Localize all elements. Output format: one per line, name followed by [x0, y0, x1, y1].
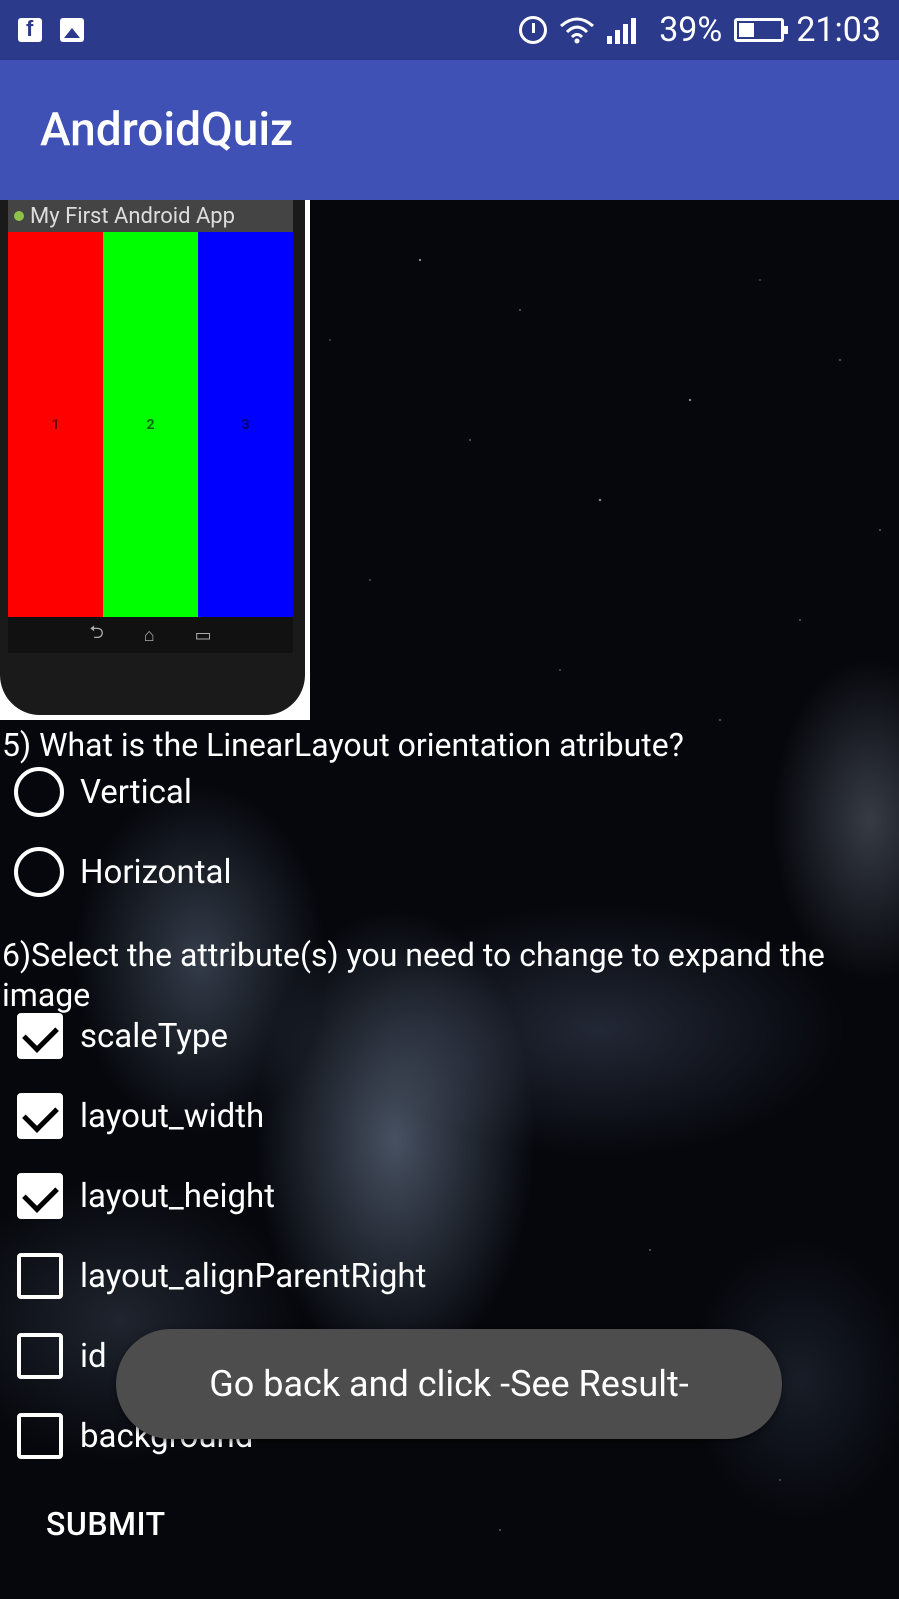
- checkbox-checked[interactable]: [17, 1173, 63, 1219]
- color-columns: 1 2 3: [8, 232, 293, 617]
- option-label: layout_height: [80, 1176, 276, 1216]
- option-label: Horizontal: [80, 852, 232, 892]
- radio-button[interactable]: [14, 767, 64, 817]
- battery-percent: 39%: [659, 10, 723, 50]
- toast-message: Go back and click -See Result-: [116, 1329, 782, 1439]
- red-column: 1: [8, 232, 103, 617]
- checkbox-unchecked[interactable]: [17, 1333, 63, 1379]
- checkbox-id[interactable]: id: [14, 1326, 107, 1386]
- back-icon: ⮌: [89, 622, 104, 643]
- app-title: AndroidQuiz: [40, 103, 294, 157]
- radio-vertical[interactable]: Vertical: [14, 762, 192, 822]
- radio-horizontal[interactable]: Horizontal: [14, 842, 232, 902]
- blue-column: 3: [198, 232, 293, 617]
- checkbox-layout-alignparentright[interactable]: layout_alignParentRight: [14, 1246, 426, 1306]
- checkbox-layout-width[interactable]: layout_width: [14, 1086, 264, 1146]
- option-label: scaleType: [80, 1016, 228, 1056]
- option-label: id: [80, 1336, 107, 1376]
- green-column: 2: [103, 232, 198, 617]
- option-label: layout_width: [80, 1096, 265, 1136]
- recents-icon: ▭: [194, 624, 212, 646]
- checkbox-checked[interactable]: [17, 1013, 63, 1059]
- status-bar: 39% 21:03: [0, 0, 899, 60]
- question-6-text: 6)Select the attribute(s) you need to ch…: [2, 936, 825, 1014]
- option-label: layout_alignParentRight: [80, 1256, 427, 1296]
- signal-icon: [607, 16, 647, 44]
- phone-screenshot: My First Android App 1 2 3 ⮌ ⌂ ▭: [0, 200, 305, 715]
- checkbox-checked[interactable]: [17, 1093, 63, 1139]
- question-image: My First Android App 1 2 3 ⮌ ⌂ ▭: [0, 200, 310, 720]
- phone-nav-bar: ⮌ ⌂ ▭: [8, 617, 293, 653]
- app-bar: AndroidQuiz: [0, 60, 899, 200]
- question-5-text: 5) What is the LinearLayout orientation …: [2, 726, 684, 764]
- wifi-icon: [560, 17, 595, 44]
- battery-icon: [734, 18, 789, 42]
- option-label: Vertical: [80, 772, 192, 812]
- checkbox-unchecked[interactable]: [17, 1253, 63, 1299]
- submit-button[interactable]: SUBMIT: [46, 1505, 166, 1543]
- checkbox-unchecked[interactable]: [17, 1413, 63, 1459]
- android-icon: [14, 211, 24, 221]
- home-icon: ⌂: [143, 624, 155, 646]
- phone-title-bar: My First Android App: [8, 200, 293, 232]
- facebook-icon: [18, 16, 42, 42]
- alarm-icon: [519, 16, 548, 44]
- radio-button[interactable]: [14, 847, 64, 897]
- phone-app-title: My First Android App: [30, 203, 236, 229]
- checkbox-layout-height[interactable]: layout_height: [14, 1166, 275, 1226]
- clock: 21:03: [796, 10, 881, 50]
- checkbox-scaletype[interactable]: scaleType: [14, 1006, 228, 1066]
- image-icon: [60, 18, 84, 42]
